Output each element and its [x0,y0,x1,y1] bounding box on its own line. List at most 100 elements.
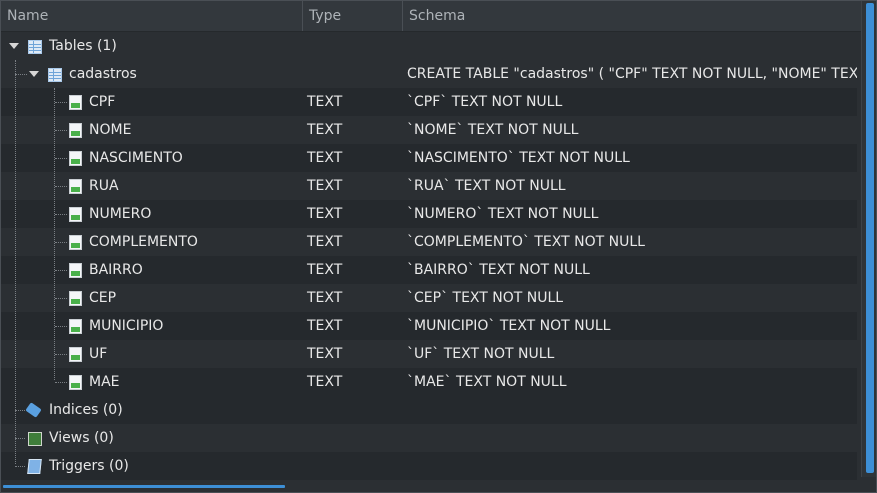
tree-item-field[interactable]: RUA TEXT `RUA` TEXT NOT NULL [1,172,857,200]
column-type-header[interactable]: Type [303,1,403,31]
tree-connector [55,186,67,187]
field-schema: `MAE` TEXT NOT NULL [407,374,567,390]
table-schema: CREATE TABLE "cadastros" ( "CPF" TEXT NO… [407,66,857,82]
tree-item-label: Triggers (0) [49,458,129,474]
table-icon [28,40,42,54]
tree-item-indices[interactable]: Indices (0) [1,396,857,424]
trigger-icon [27,459,42,474]
tree-guide-line [15,60,16,464]
field-name: COMPLEMENTO [89,234,198,250]
field-schema: `CPF` TEXT NOT NULL [407,94,563,110]
tree-connector [55,102,67,103]
field-type: TEXT [307,150,343,166]
field-icon [69,291,82,306]
tree-connector [55,382,67,383]
field-name: MUNICIPIO [89,318,164,334]
tree-connector [15,74,27,75]
field-name: UF [89,346,108,362]
table-icon [48,68,62,82]
tree-connector [55,242,67,243]
field-schema: `MUNICIPIO` TEXT NOT NULL [407,318,611,334]
field-schema: `NASCIMENTO` TEXT NOT NULL [407,150,630,166]
field-name: NOME [89,122,132,138]
tree-connector [55,158,67,159]
field-icon [69,263,82,278]
tree-connector [55,326,67,327]
tree-item-field[interactable]: CEP TEXT `CEP` TEXT NOT NULL [1,284,857,312]
tree-connector [15,466,25,467]
field-type: TEXT [307,178,343,194]
field-icon [69,95,82,110]
field-schema: `RUA` TEXT NOT NULL [407,178,566,194]
tree-item-field[interactable]: UF TEXT `UF` TEXT NOT NULL [1,340,857,368]
field-type: TEXT [307,318,343,334]
tree-connector [55,354,67,355]
tree-guide-line [54,88,55,380]
field-icon [69,123,82,138]
horizontal-scroll-thumb[interactable] [3,485,285,488]
field-list: CPF TEXT `CPF` TEXT NOT NULL NOME TEXT `NOME`… [1,88,857,396]
field-icon [69,347,82,362]
field-type: TEXT [307,206,343,222]
field-name: NASCIMENTO [89,150,183,166]
field-icon [69,151,82,166]
tree-connector [55,270,67,271]
field-schema: `COMPLEMENTO` TEXT NOT NULL [407,234,645,250]
tree-item-label: Indices (0) [49,402,123,418]
tree-item-field[interactable]: NASCIMENTO TEXT `NASCIMENTO` TEXT NOT NULL [1,144,857,172]
tree-item-triggers[interactable]: Triggers (0) [1,452,857,480]
expand-arrow-icon[interactable] [9,43,19,49]
tree-item-field[interactable]: NOME TEXT `NOME` TEXT NOT NULL [1,116,857,144]
field-type: TEXT [307,262,343,278]
field-schema: `BAIRRO` TEXT NOT NULL [407,262,590,278]
field-icon [69,319,82,334]
field-schema: `CEP` TEXT NOT NULL [407,290,564,306]
expand-arrow-icon[interactable] [29,71,39,77]
field-schema: `NOME` TEXT NOT NULL [407,122,579,138]
tree-rows: Tables (1) cadastros CREATE TABLE "cadas… [1,32,857,480]
field-name: BAIRRO [89,262,143,278]
tree-item-field[interactable]: MUNICIPIO TEXT `MUNICIPIO` TEXT NOT NULL [1,312,857,340]
tree-item-tables[interactable]: Tables (1) [1,32,857,60]
column-schema-header[interactable]: Schema [403,1,861,31]
field-schema: `NUMERO` TEXT NOT NULL [407,206,599,222]
field-icon [69,179,82,194]
field-type: TEXT [307,346,343,362]
column-name-header[interactable]: Name [1,1,303,31]
tree-connector [55,214,67,215]
field-icon [69,375,82,390]
tree-item-field[interactable]: COMPLEMENTO TEXT `COMPLEMENTO` TEXT NOT NU… [1,228,857,256]
tree-item-label: Views (0) [49,430,114,446]
field-name: CPF [89,94,116,110]
tree-item-field[interactable]: MAE TEXT `MAE` TEXT NOT NULL [1,368,857,396]
field-type: TEXT [307,290,343,306]
tree-item-label: Tables (1) [49,38,117,54]
tree-item-field[interactable]: CPF TEXT `CPF` TEXT NOT NULL [1,88,857,116]
field-name: NUMERO [89,206,152,222]
vertical-scrollbar[interactable] [861,1,876,477]
tree-item-field[interactable]: NUMERO TEXT `NUMERO` TEXT NOT NULL [1,200,857,228]
field-type: TEXT [307,122,343,138]
field-icon [69,207,82,222]
field-schema: `UF` TEXT NOT NULL [407,346,555,362]
field-name: CEP [89,290,117,306]
view-icon [28,432,42,446]
tag-icon [25,402,42,418]
tree-connector [55,130,67,131]
horizontal-scrollbar[interactable] [1,480,863,492]
tree-item-table-cadastros[interactable]: cadastros CREATE TABLE "cadastros" ( "CP… [1,60,857,88]
tree-item-field[interactable]: BAIRRO TEXT `BAIRRO` TEXT NOT NULL [1,256,857,284]
table-name: cadastros [69,66,137,82]
schema-tree-view: Name Type Schema Tables (1) cadastros CR… [0,0,877,493]
column-header: Name Type Schema [1,1,861,32]
field-icon [69,235,82,250]
tree-connector [15,438,25,439]
vertical-scroll-thumb[interactable] [866,3,874,473]
tree-connector [55,298,67,299]
field-name: MAE [89,374,120,390]
field-type: TEXT [307,94,343,110]
field-type: TEXT [307,374,343,390]
tree-item-views[interactable]: Views (0) [1,424,857,452]
tree-connector [15,410,25,411]
field-type: TEXT [307,234,343,250]
